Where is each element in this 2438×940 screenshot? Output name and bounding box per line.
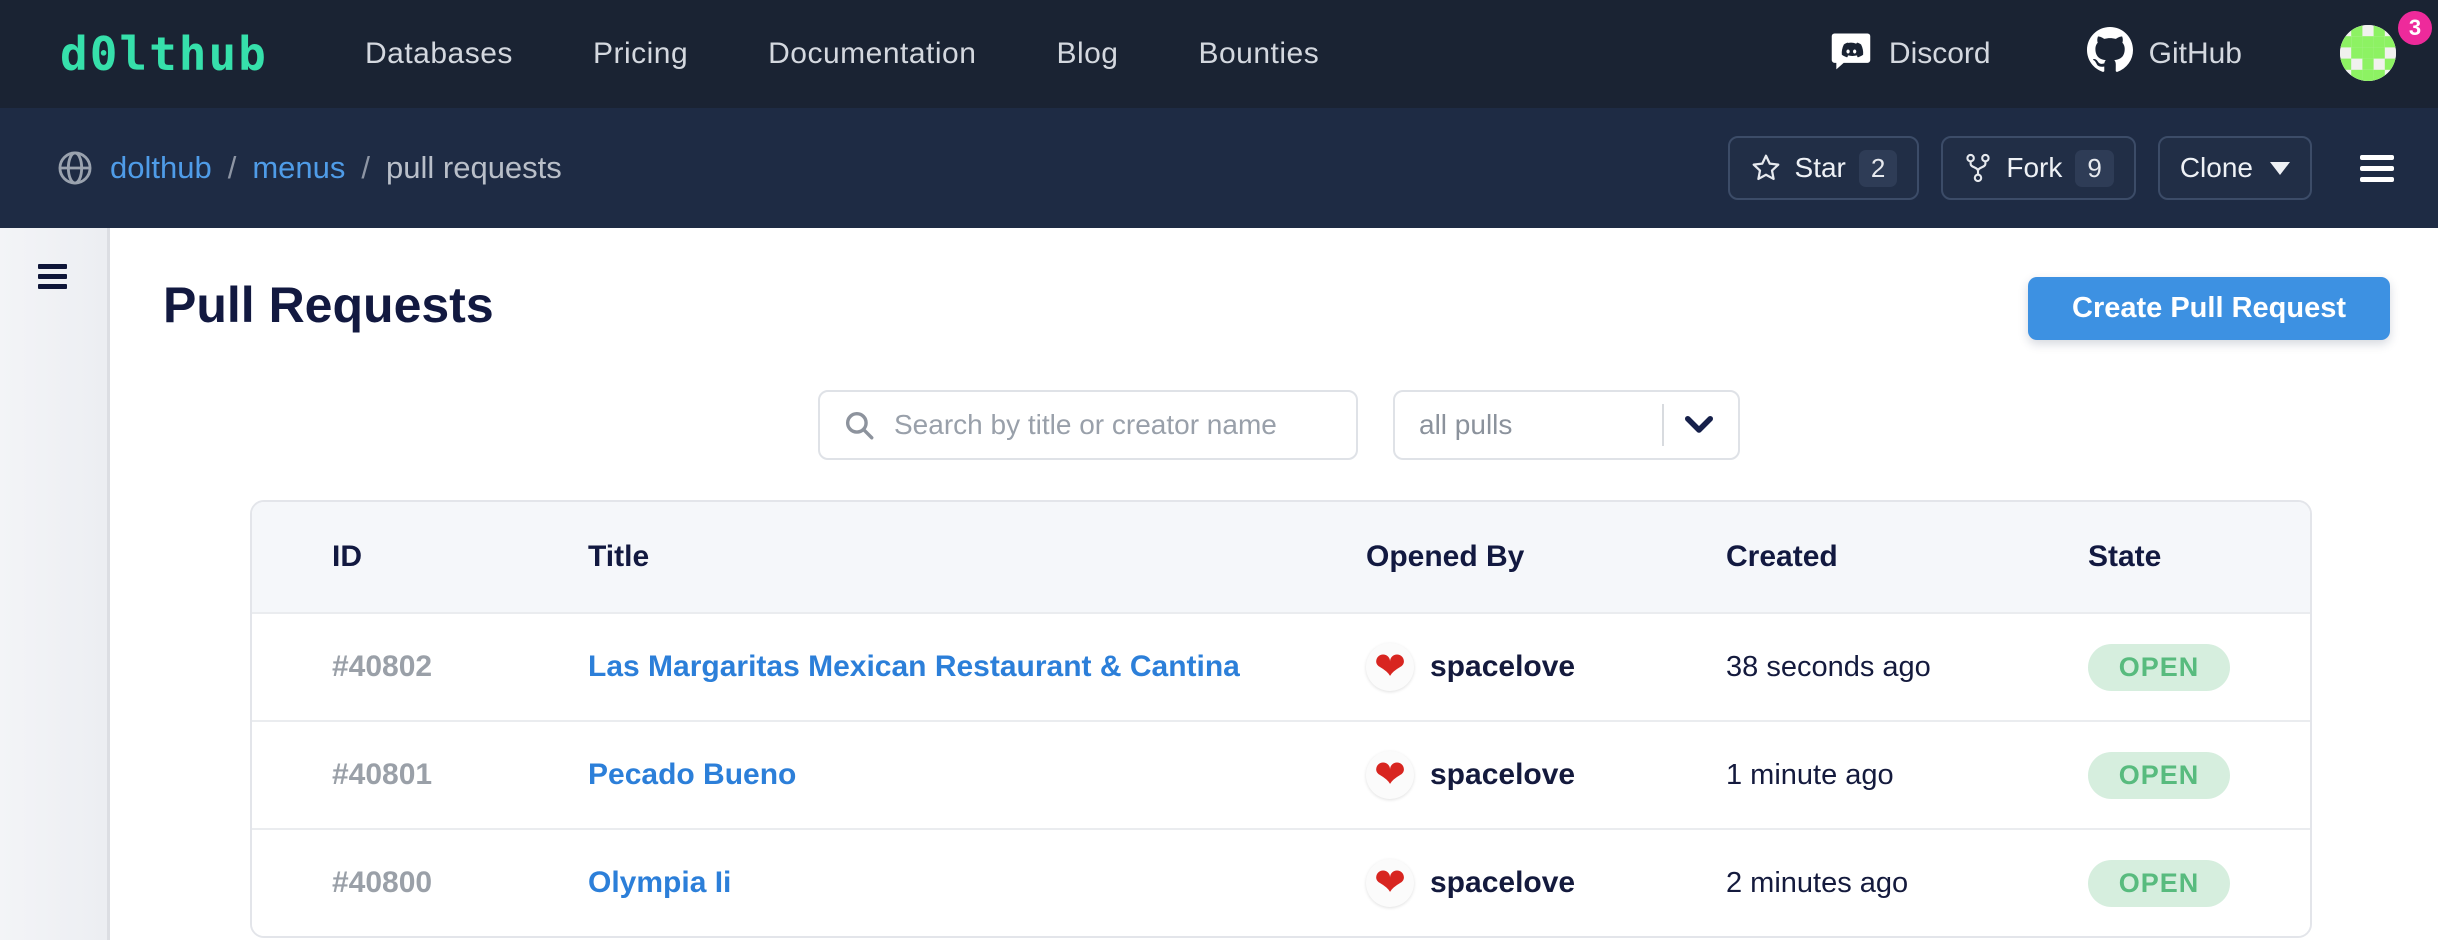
pr-opened-by: ❤ spacelove: [1366, 643, 1726, 691]
left-sidebar: [0, 228, 110, 940]
clone-button[interactable]: Clone: [2158, 136, 2312, 200]
github-link[interactable]: GitHub: [2087, 27, 2242, 81]
create-pull-request-button[interactable]: Create Pull Request: [2028, 277, 2390, 340]
pr-id: #40800: [332, 866, 588, 900]
pr-opened-by: ❤ spacelove: [1366, 751, 1726, 799]
status-badge: OPEN: [2088, 644, 2230, 691]
breadcrumb-repo-link[interactable]: menus: [252, 150, 345, 186]
github-label: GitHub: [2149, 37, 2242, 71]
top-nav: d0lthub Databases Pricing Documentation …: [0, 0, 2438, 108]
pr-author[interactable]: spacelove: [1430, 866, 1575, 900]
fork-button[interactable]: Fork 9: [1941, 136, 2135, 200]
breadcrumb-separator: /: [361, 150, 370, 186]
table-row[interactable]: #40802 Las Margaritas Mexican Restaurant…: [252, 612, 2310, 720]
star-button[interactable]: Star 2: [1728, 136, 1920, 200]
pr-opened-by: ❤ spacelove: [1366, 859, 1726, 907]
chevron-down-icon: [1684, 414, 1714, 436]
status-badge: OPEN: [2088, 860, 2230, 907]
column-header-id: ID: [332, 540, 588, 574]
dolthub-logo[interactable]: d0lthub: [60, 0, 268, 108]
table-row[interactable]: #40801 Pecado Bueno ❤ spacelove 1 minute…: [252, 720, 2310, 828]
pulls-filter-value: all pulls: [1419, 409, 1662, 441]
user-avatar[interactable]: 3: [2340, 25, 2398, 83]
dropdown-divider: [1662, 404, 1664, 446]
table-header-row: ID Title Opened By Created State: [252, 502, 2310, 612]
nav-item-blog[interactable]: Blog: [1056, 37, 1118, 71]
nav-item-pricing[interactable]: Pricing: [593, 37, 688, 71]
nav-item-bounties[interactable]: Bounties: [1198, 37, 1319, 71]
star-icon: [1750, 152, 1782, 184]
heart-avatar-icon: ❤: [1366, 643, 1414, 691]
discord-icon: [1829, 28, 1873, 80]
column-header-title: Title: [588, 540, 1366, 574]
repo-actions: Star 2 Fork 9 Clone: [1728, 108, 2394, 228]
pr-author[interactable]: spacelove: [1430, 758, 1575, 792]
column-header-opened-by: Opened By: [1366, 540, 1726, 574]
page: d0lthub Databases Pricing Documentation …: [0, 0, 2438, 940]
page-title: Pull Requests: [163, 276, 494, 334]
table-row[interactable]: #40800 Olympia Ii ❤ spacelove 2 minutes …: [252, 828, 2310, 936]
avatar-identicon: [2340, 25, 2396, 81]
heart-avatar-icon: ❤: [1366, 859, 1414, 907]
pulls-filter-dropdown[interactable]: all pulls: [1393, 390, 1740, 460]
search-icon: [842, 408, 876, 442]
pr-id: #40802: [332, 650, 588, 684]
search-input[interactable]: [894, 409, 1334, 441]
breadcrumb-owner-link[interactable]: dolthub: [110, 150, 212, 186]
column-header-created: Created: [1726, 540, 2088, 574]
pr-title-link[interactable]: Olympia Ii: [588, 866, 1366, 900]
repo-menu-button[interactable]: [2360, 155, 2394, 182]
discord-link[interactable]: Discord: [1829, 28, 1991, 80]
star-label: Star: [1795, 152, 1846, 184]
content-area: Pull Requests Create Pull Request all pu…: [0, 228, 2438, 940]
pr-id: #40801: [332, 758, 588, 792]
nav-item-documentation[interactable]: Documentation: [768, 37, 976, 71]
globe-icon: [56, 149, 94, 187]
caret-down-icon: [2270, 162, 2290, 175]
pull-requests-table: ID Title Opened By Created State #40802 …: [250, 500, 2312, 938]
main-nav: Databases Pricing Documentation Blog Bou…: [365, 0, 1319, 108]
status-badge: OPEN: [2088, 752, 2230, 799]
sidebar-toggle-button[interactable]: [38, 264, 67, 289]
repo-bar: dolthub / menus / pull requests Star 2: [0, 108, 2438, 228]
fork-label: Fork: [2006, 152, 2062, 184]
discord-label: Discord: [1889, 37, 1991, 71]
nav-right: Discord GitHub: [1829, 0, 2398, 108]
pr-created-time: 38 seconds ago: [1726, 651, 2088, 684]
breadcrumb-current-section: pull requests: [386, 150, 562, 186]
search-box: [818, 390, 1358, 460]
pr-title-link[interactable]: Las Margaritas Mexican Restaurant & Cant…: [588, 650, 1366, 684]
notification-badge[interactable]: 3: [2398, 11, 2432, 45]
pr-created-time: 1 minute ago: [1726, 759, 2088, 792]
heart-avatar-icon: ❤: [1366, 751, 1414, 799]
pr-created-time: 2 minutes ago: [1726, 867, 2088, 900]
pr-author[interactable]: spacelove: [1430, 650, 1575, 684]
star-count[interactable]: 2: [1859, 150, 1897, 187]
column-header-state: State: [2088, 540, 2310, 574]
nav-item-databases[interactable]: Databases: [365, 37, 513, 71]
github-icon: [2087, 27, 2133, 81]
clone-label: Clone: [2180, 152, 2253, 184]
fork-count[interactable]: 9: [2075, 150, 2113, 187]
breadcrumb: dolthub / menus / pull requests: [56, 108, 562, 228]
pr-title-link[interactable]: Pecado Bueno: [588, 758, 1366, 792]
fork-icon: [1963, 152, 1993, 184]
breadcrumb-separator: /: [228, 150, 237, 186]
